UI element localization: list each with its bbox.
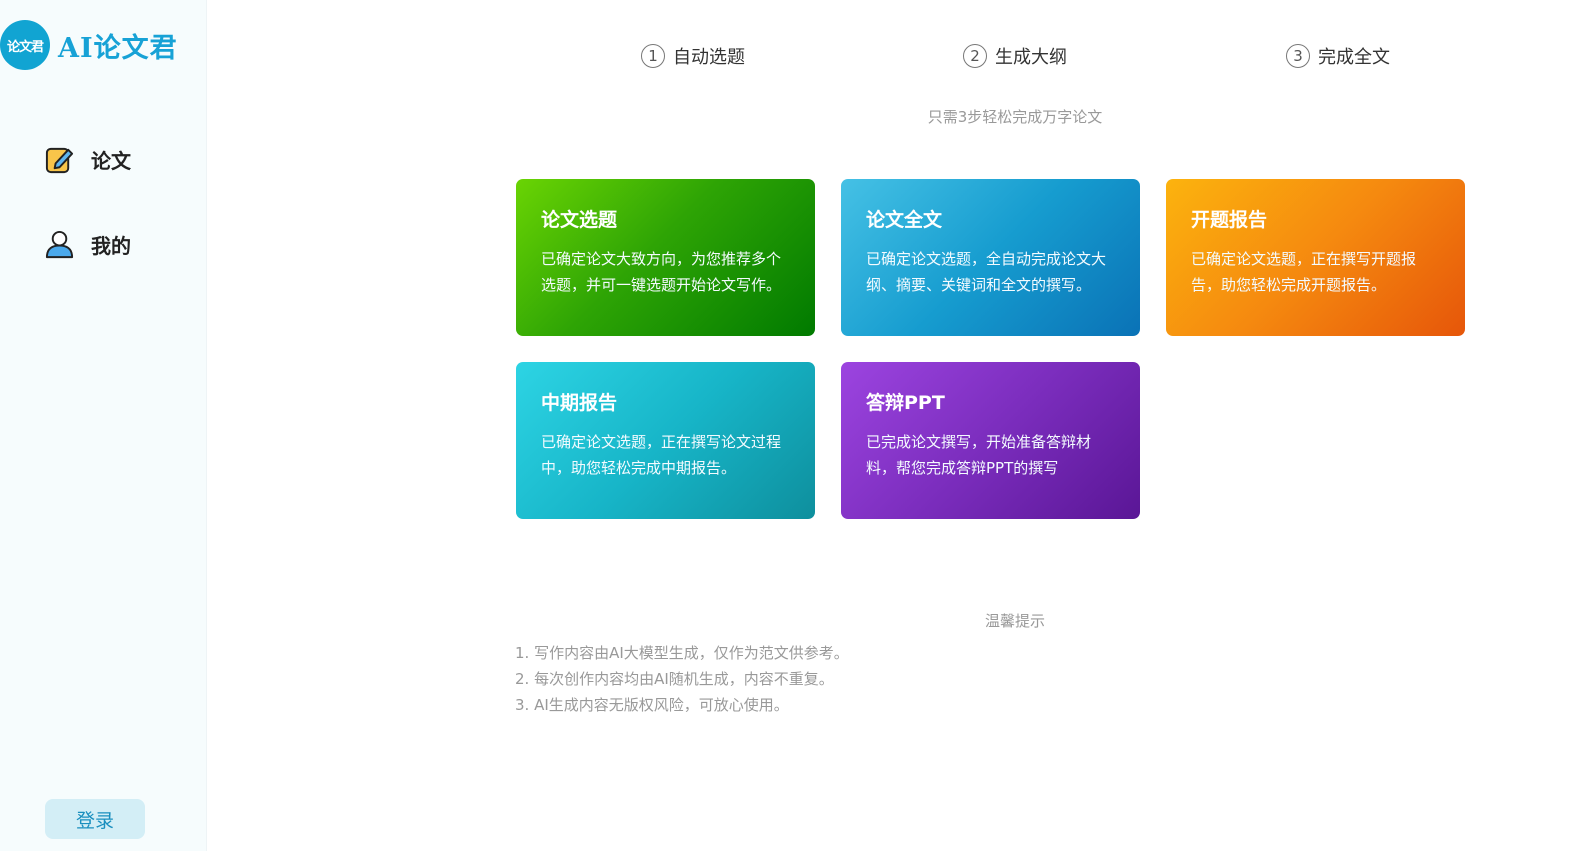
steps-bar: 1 自动选题 2 生成大纲 3 完成全文: [0, 43, 1569, 71]
sidebar-item-paper[interactable]: 论文: [44, 144, 131, 175]
card-description: 已确定论文选题，正在撰写论文过程中，助您轻松完成中期报告。: [541, 433, 782, 477]
tip-item: 3. AI生成内容无版权风险，可放心使用。: [515, 696, 789, 714]
card-paper-topic[interactable]: 论文选题 已确定论文大致方向，为您推荐多个选题，并可一键选题开始论文写作。: [516, 179, 815, 336]
card-title: 论文全文: [866, 209, 943, 231]
step-number: 3: [1286, 44, 1310, 68]
login-button[interactable]: 登录: [45, 799, 145, 839]
card-description: 已确定论文大致方向，为您推荐多个选题，并可一键选题开始论文写作。: [541, 250, 782, 294]
step-3: 3 完成全文: [1286, 43, 1390, 69]
sidebar: 论文君 AI论文君 论文 我的 登录: [0, 0, 207, 851]
tip-item: 1. 写作内容由AI大模型生成，仅作为范文供参考。: [515, 644, 849, 662]
page-subtitle: 只需3步轻松完成万字论文: [927, 108, 1103, 126]
card-title: 答辩PPT: [866, 392, 945, 414]
card-defense-ppt[interactable]: 答辩PPT 已完成论文撰写，开始准备答辩材料，帮您完成答辩PPT的撰写: [841, 362, 1140, 519]
tips-list: 1. 写作内容由AI大模型生成，仅作为范文供参考。 2. 每次创作内容均由AI随…: [515, 640, 849, 718]
step-2: 2 生成大纲: [963, 43, 1067, 69]
card-description: 已完成论文撰写，开始准备答辩材料，帮您完成答辩PPT的撰写: [866, 433, 1092, 477]
user-icon: [45, 230, 74, 259]
sidebar-item-label: 我的: [91, 234, 131, 258]
card-title: 论文选题: [541, 209, 618, 231]
step-label: 生成大纲: [995, 47, 1067, 68]
card-title: 开题报告: [1191, 209, 1268, 231]
step-label: 完成全文: [1318, 47, 1390, 68]
card-opening-report[interactable]: 开题报告 已确定论文选题，正在撰写开题报告，助您轻松完成开题报告。: [1166, 179, 1465, 336]
sidebar-item-label: 论文: [91, 149, 131, 173]
card-title: 中期报告: [541, 392, 618, 414]
sidebar-item-mine[interactable]: 我的: [44, 229, 131, 260]
step-label: 自动选题: [673, 47, 745, 68]
card-midterm-report[interactable]: 中期报告 已确定论文选题，正在撰写论文过程中，助您轻松完成中期报告。: [516, 362, 815, 519]
tip-item: 2. 每次创作内容均由AI随机生成，内容不重复。: [515, 670, 834, 688]
tips-title: 温馨提示: [984, 612, 1045, 630]
step-1: 1 自动选题: [641, 43, 745, 69]
step-number: 2: [963, 44, 987, 68]
card-description: 已确定论文选题，正在撰写开题报告，助您轻松完成开题报告。: [1191, 250, 1417, 294]
edit-note-icon: [45, 147, 74, 174]
card-full-paper[interactable]: 论文全文 已确定论文选题，全自动完成论文大纲、摘要、关键词和全文的撰写。: [841, 179, 1140, 336]
card-description: 已确定论文选题，全自动完成论文大纲、摘要、关键词和全文的撰写。: [866, 250, 1107, 294]
step-number: 1: [641, 44, 665, 68]
